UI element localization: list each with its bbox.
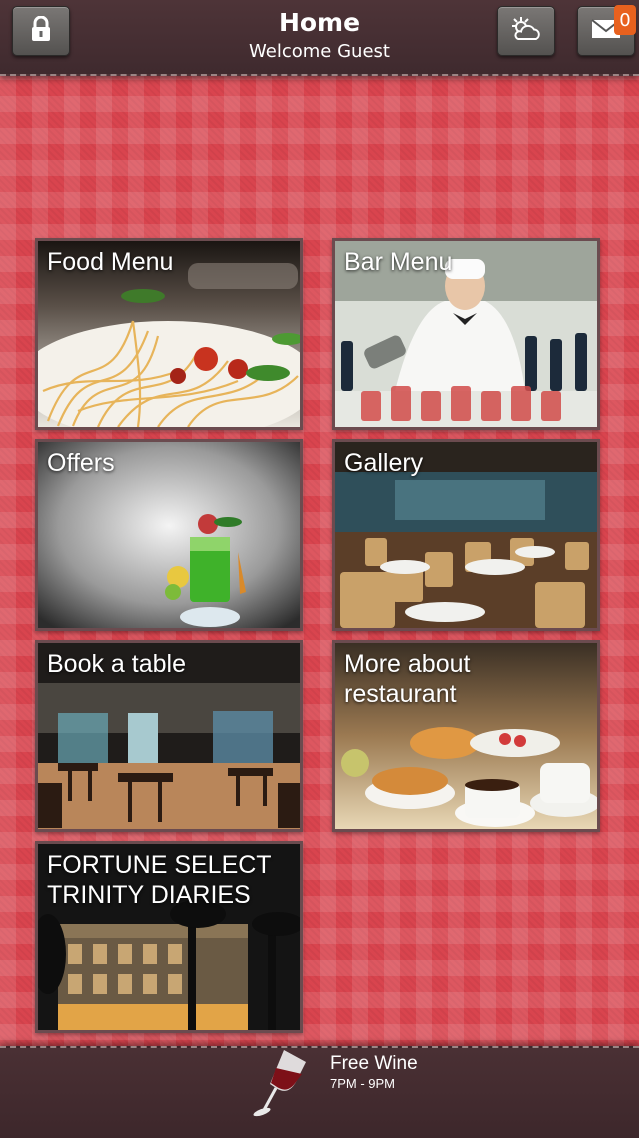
tile-fortune-select-trinity-diaries[interactable]: FORTUNE SELECT TRINITY DIARIES (35, 841, 303, 1033)
tile-book-a-table[interactable]: Book a table (35, 640, 303, 832)
tile-more-about-restaurant[interactable]: More about restaurant (332, 640, 600, 832)
tile-label: More about restaurant (344, 650, 471, 708)
tile-bar-menu[interactable]: Bar Menu (332, 238, 600, 430)
tile-label: FORTUNE SELECT TRINITY DIARIES (47, 851, 272, 909)
app-header: Home Welcome Guest 0 (0, 0, 639, 76)
tile-label: Food Menu (47, 248, 174, 276)
weather-button[interactable] (497, 6, 555, 56)
tile-label: Book a table (47, 650, 186, 678)
tile-gallery[interactable]: Gallery (332, 439, 600, 631)
promo-footer[interactable]: Free Wine 7PM - 9PM (0, 1046, 639, 1138)
tile-offers[interactable]: Offers (35, 439, 303, 631)
tile-label: Bar Menu (344, 248, 453, 276)
promo-title: Free Wine (330, 1053, 418, 1074)
wine-glass-icon (253, 1050, 306, 1117)
mail-count-badge: 0 (614, 5, 636, 35)
tile-label: Offers (47, 449, 115, 477)
sun-cloud-icon (509, 15, 543, 47)
mail-button[interactable]: 0 (577, 5, 636, 56)
promo-time: 7PM - 9PM (330, 1076, 396, 1091)
tile-food-menu[interactable]: Food Menu (35, 238, 303, 430)
tile-label: Gallery (344, 449, 424, 477)
